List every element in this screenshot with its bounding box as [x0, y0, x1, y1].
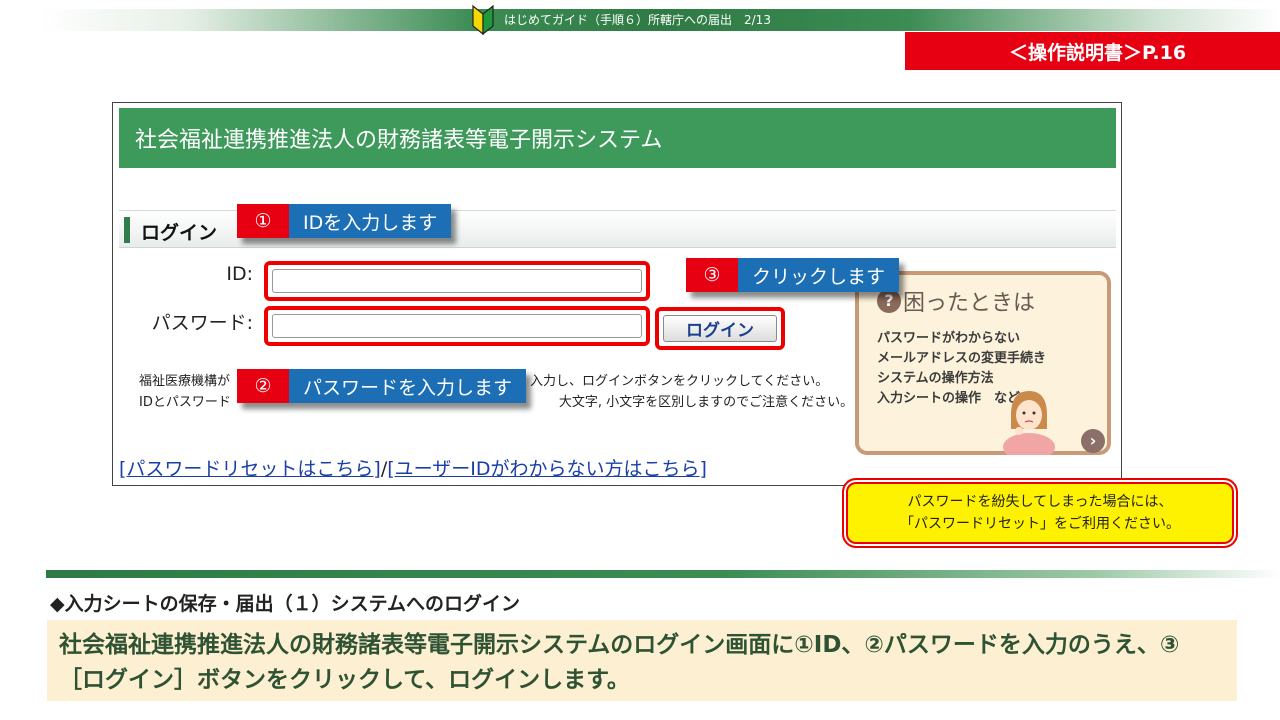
password-input[interactable]: [272, 314, 642, 338]
system-title: 社会福祉連携推進法人の財務諸表等電子開示システム: [119, 108, 1116, 168]
section-divider: [46, 570, 1280, 578]
login-screen: 社会福祉連携推進法人の財務諸表等電子開示システム ログイン ID: パスワード:…: [112, 102, 1122, 486]
password-tip: パスワードを紛失してしまった場合には、 「パスワードリセット」をご利用ください。: [842, 478, 1238, 548]
section-title: ◆入力シートの保存・届出（１）システムへのログイン: [50, 593, 521, 615]
login-button[interactable]: ログイン: [663, 315, 777, 342]
step-number: ①: [237, 204, 289, 238]
section-description: 社会福祉連携推進法人の財務諸表等電子開示システムのログイン画面に①ID、②パスワ…: [47, 620, 1237, 701]
beginner-mark-icon: [472, 4, 494, 36]
help-item: パスワードがわからない: [877, 331, 1021, 346]
question-icon: ?: [877, 289, 901, 313]
password-field-highlight: [264, 306, 650, 346]
notice-line-1-start: 福祉医療機構が: [139, 374, 231, 389]
step-label: IDを入力します: [289, 204, 452, 238]
help-title: 困ったときは: [903, 291, 1036, 316]
notice-line-2-start: IDとパスワード: [139, 395, 231, 410]
section-accent: [124, 217, 130, 243]
step-1-callout: ① IDを入力します: [237, 204, 452, 238]
guide-title: はじめてガイド（手順６）所轄庁への届出 2/13: [504, 13, 771, 27]
step-label: パスワードを入力します: [289, 369, 527, 403]
help-panel[interactable]: ? 困ったときは パスワードがわからない メールアドレスの変更手続き システムの…: [855, 271, 1111, 455]
notice-line-1-end: 入力し、ログインボタンをクリックしてください。: [530, 374, 829, 389]
step-number: ③: [686, 258, 738, 292]
manual-reference: ＜操作説明書＞P.16: [905, 32, 1280, 70]
step-number: ②: [237, 369, 289, 403]
notice-line-2-end: 大文字, 小文字を区別しますのでご注意ください。: [558, 395, 854, 410]
step-2-callout: ② パスワードを入力します: [237, 369, 527, 403]
tip-line-1: パスワードを紛失してしまった場合には、: [907, 494, 1173, 510]
login-heading: ログイン: [141, 222, 218, 244]
password-label: パスワード:: [151, 312, 253, 334]
help-links: [パスワードリセットはこちら]/[ユーザーIDがわからない方はこちら]: [119, 454, 707, 481]
help-item: メールアドレスの変更手続き: [877, 351, 1047, 366]
person-illustration: [1003, 391, 1055, 455]
login-button-highlight: ログイン: [655, 307, 785, 350]
chevron-right-icon[interactable]: ›: [1081, 429, 1105, 453]
step-label: クリックします: [738, 258, 900, 292]
id-label: ID:: [226, 263, 253, 285]
password-reset-link[interactable]: [パスワードリセットはこちら]: [119, 458, 381, 480]
help-item: システムの操作方法: [877, 371, 994, 386]
id-input[interactable]: [272, 269, 642, 293]
step-3-callout: ③ クリックします: [686, 258, 900, 292]
tip-line-2: 「パスワードリセット」をご利用ください。: [900, 516, 1180, 532]
forgot-user-id-link[interactable]: [ユーザーIDがわからない方はこちら]: [387, 458, 707, 480]
id-field-highlight: [264, 261, 650, 301]
